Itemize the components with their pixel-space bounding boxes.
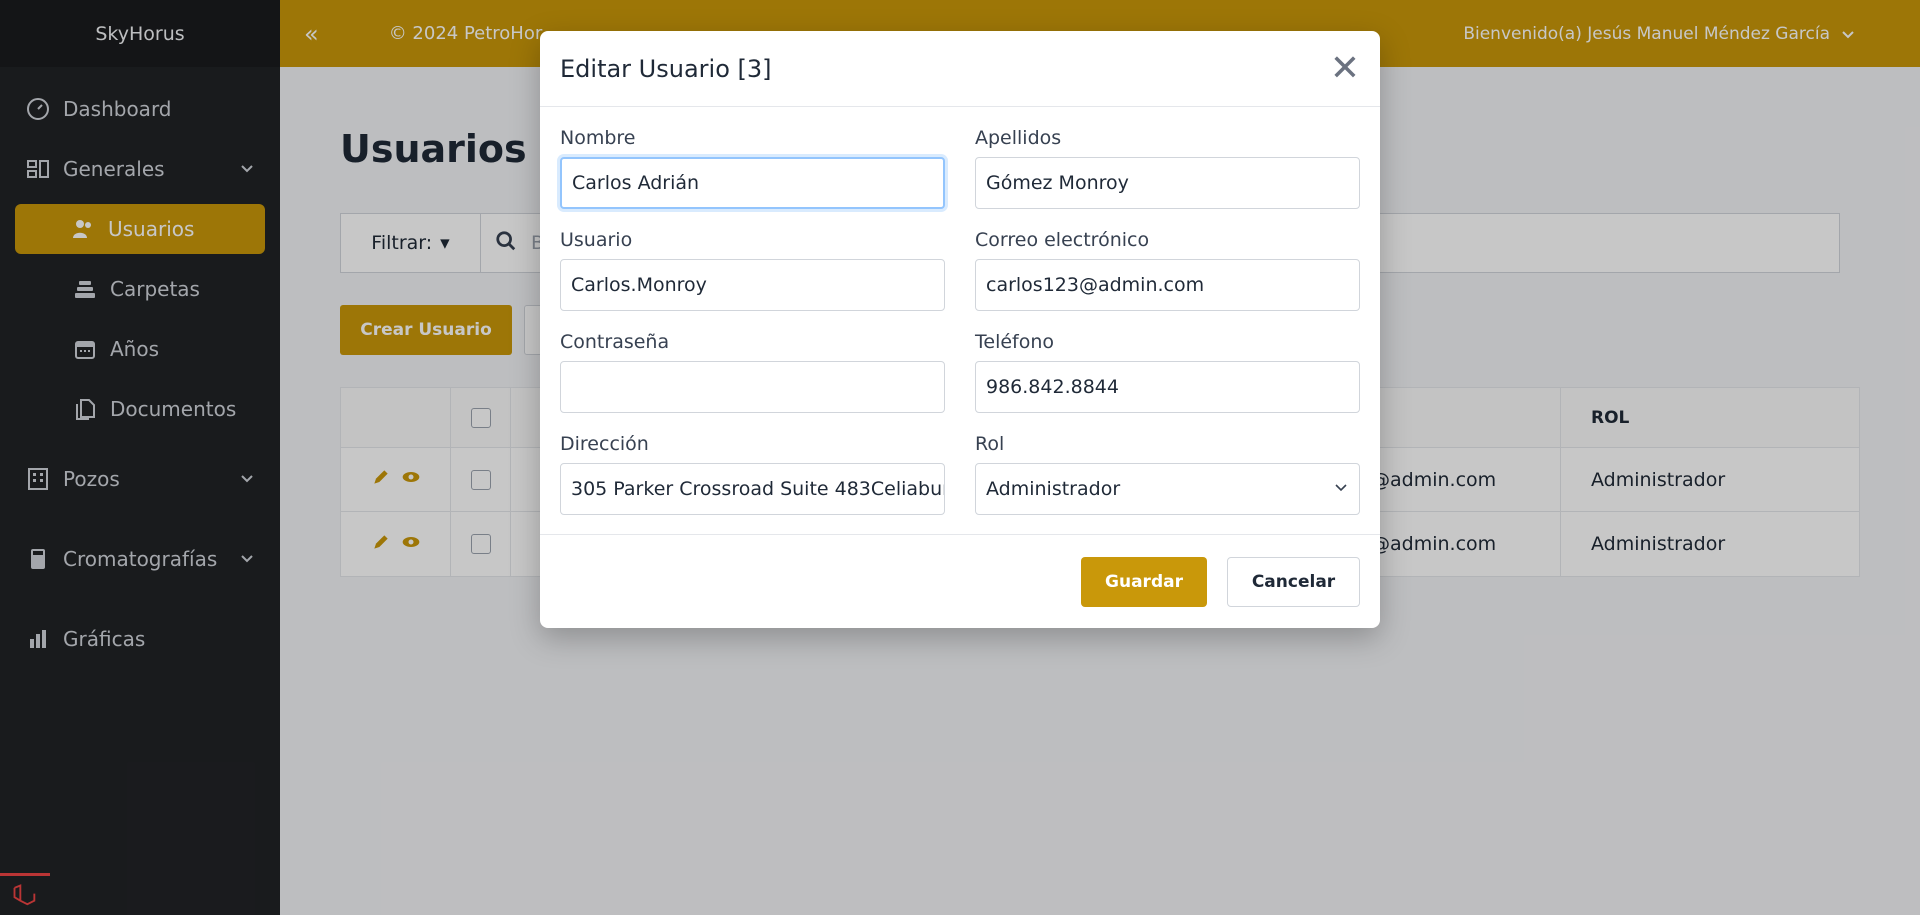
email-field[interactable]: carlos123@admin.com	[975, 259, 1360, 311]
field-nombre: Nombre Carlos Adrián	[560, 119, 945, 221]
field-label: Nombre	[560, 127, 636, 149]
field-correo: Correo electrónico carlos123@admin.com	[975, 221, 1360, 323]
field-telefono: Teléfono 986.842.8844	[975, 323, 1360, 425]
modal-title: Editar Usuario [3]	[560, 54, 772, 83]
cancel-button[interactable]: Cancelar	[1227, 556, 1360, 607]
field-rol: Rol Administrador	[975, 425, 1360, 527]
rol-selected-value: Administrador	[986, 478, 1121, 500]
phone-field[interactable]: 986.842.8844	[975, 361, 1360, 413]
field-label: Correo electrónico	[975, 229, 1150, 251]
field-label: Teléfono	[975, 331, 1055, 353]
chevron-down-icon	[1333, 478, 1349, 500]
field-contrasena: Contraseña	[560, 323, 945, 425]
field-direccion: Dirección 305 Parker Crossroad Suite 483…	[560, 425, 945, 527]
field-usuario: Usuario Carlos.Monroy	[560, 221, 945, 323]
save-button[interactable]: Guardar	[1081, 556, 1207, 607]
field-label: Dirección	[560, 433, 649, 455]
field-apellidos: Apellidos Gómez Monroy	[975, 119, 1360, 221]
apellidos-input[interactable]: Gómez Monroy	[975, 157, 1360, 209]
address-field[interactable]: 305 Parker Crossroad Suite 483Celiabur	[560, 463, 945, 515]
password-field[interactable]	[560, 361, 945, 413]
usuario-input[interactable]: Carlos.Monroy	[560, 259, 945, 311]
modal-form: Nombre Carlos Adrián Apellidos Gómez Mon…	[540, 107, 1380, 527]
field-label: Apellidos	[975, 127, 1062, 149]
rol-select[interactable]: Administrador	[975, 463, 1360, 515]
field-label: Usuario	[560, 229, 633, 251]
modal-footer: Guardar Cancelar	[540, 534, 1380, 628]
field-label: Rol	[975, 433, 1005, 455]
close-icon[interactable]: ✕	[1330, 50, 1360, 87]
nombre-input[interactable]: Carlos Adrián	[560, 157, 945, 209]
modal-header: Editar Usuario [3] ✕	[540, 31, 1380, 107]
edit-user-modal: Editar Usuario [3] ✕ Nombre Carlos Adriá…	[540, 31, 1380, 628]
field-label: Contraseña	[560, 331, 670, 353]
